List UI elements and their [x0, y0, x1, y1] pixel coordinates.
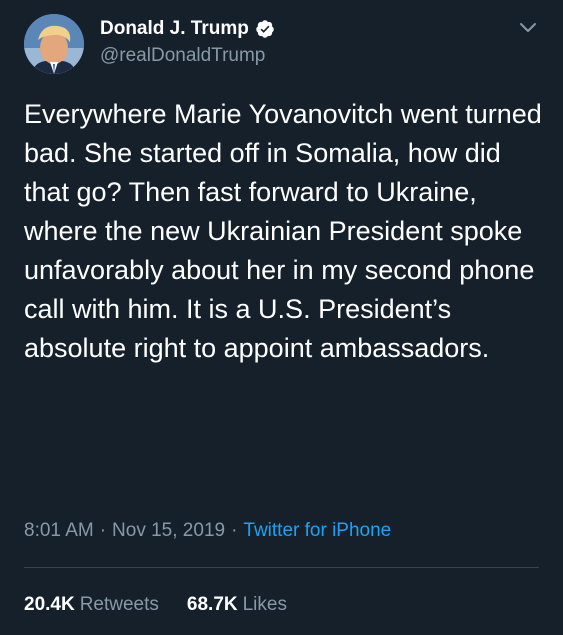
engagement-stats: 20.4K Retweets 68.7K Likes: [24, 593, 287, 617]
chevron-down-icon[interactable]: [519, 22, 537, 34]
divider: [24, 567, 539, 568]
likes-count: 68.7K: [186, 594, 238, 615]
meta-separator: ·: [99, 520, 107, 541]
author-display-name[interactable]: Donald J. Trump: [100, 18, 249, 40]
tweet-time[interactable]: 8:01 AM: [24, 519, 94, 543]
tweet-metadata: 8:01 AM · Nov 15, 2019 · Twitter for iPh…: [24, 519, 391, 543]
tweet-card: Donald J. Trump @realDonaldTrump Everywh…: [0, 0, 563, 635]
verified-badge-icon: [256, 20, 274, 38]
tweet-date[interactable]: Nov 15, 2019: [112, 519, 225, 543]
retweets-count: 20.4K: [24, 594, 75, 615]
author-avatar[interactable]: [24, 14, 84, 74]
retweets-label: Retweets: [79, 594, 159, 615]
retweets-stat[interactable]: 20.4K Retweets: [24, 593, 159, 617]
profile-photo-icon: [24, 14, 84, 74]
meta-separator: ·: [231, 520, 238, 541]
tweet-text: Everywhere Marie Yovanovitch went turned…: [24, 99, 542, 363]
tweet-source-link[interactable]: Twitter for iPhone: [243, 519, 391, 543]
likes-label: Likes: [242, 594, 287, 615]
author-handle[interactable]: @realDonaldTrump: [100, 45, 265, 67]
likes-stat[interactable]: 68.7K Likes: [187, 593, 287, 617]
author-name-row[interactable]: Donald J. Trump: [100, 18, 275, 40]
